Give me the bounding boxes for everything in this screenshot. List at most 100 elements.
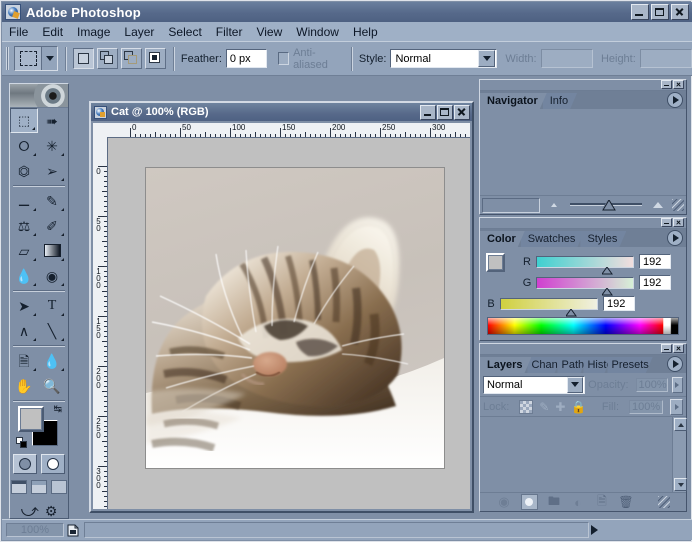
tab-presets[interactable]: Presets: [607, 357, 652, 373]
lock-all-icon[interactable]: 🔒: [571, 400, 586, 414]
menu-item-select[interactable]: Select: [161, 23, 208, 41]
style-select[interactable]: Normal: [390, 49, 497, 68]
clone-stamp-tool[interactable]: ⚖: [10, 213, 38, 238]
slice-tool[interactable]: ➢: [38, 158, 66, 183]
menu-item-file[interactable]: File: [2, 23, 35, 41]
menu-item-layer[interactable]: Layer: [117, 23, 161, 41]
add-to-selection-button[interactable]: [97, 48, 118, 69]
menu-item-view[interactable]: View: [249, 23, 289, 41]
new-layer-icon[interactable]: 🗎: [595, 495, 610, 509]
scroll-up-button[interactable]: [674, 418, 687, 431]
color-palette-title-bar[interactable]: [480, 218, 686, 229]
tab-channels[interactable]: Channels: [527, 357, 561, 373]
layers-scrollbar[interactable]: [672, 417, 686, 492]
full-screen-mode-button[interactable]: [51, 480, 67, 494]
intersect-with-selection-button[interactable]: [145, 48, 166, 69]
color-close-button[interactable]: [673, 218, 684, 227]
blue-channel-slider[interactable]: [500, 298, 598, 310]
navigator-zoom-slider[interactable]: [568, 198, 644, 212]
default-colors-icon[interactable]: [16, 437, 27, 448]
delete-layer-icon[interactable]: 🗑: [619, 495, 634, 509]
close-button[interactable]: [671, 4, 689, 20]
subtract-from-selection-button[interactable]: [121, 48, 142, 69]
notes-tool[interactable]: 🗎: [10, 348, 38, 373]
eyedropper-tool[interactable]: 💧: [38, 348, 66, 373]
lock-position-icon[interactable]: ✚: [555, 400, 565, 414]
pen-tool[interactable]: ∧: [10, 318, 38, 343]
layer-style-icon[interactable]: ◉: [497, 495, 512, 509]
status-menu-arrow-icon[interactable]: [591, 525, 598, 535]
color-spectrum-ramp[interactable]: [487, 317, 679, 335]
green-channel-slider[interactable]: [536, 277, 634, 289]
blue-channel-value[interactable]: 192: [603, 296, 635, 311]
vertical-ruler[interactable]: 05 01 0 01 5 02 0 02 5 03 0 0: [93, 137, 108, 509]
zoom-level-input[interactable]: 100%: [6, 523, 64, 537]
crop-tool[interactable]: ⏣: [10, 158, 38, 183]
menu-item-help[interactable]: Help: [346, 23, 385, 41]
tool-preset-picker[interactable]: [14, 46, 58, 71]
document-close-button[interactable]: [454, 105, 470, 120]
add-layer-mask-icon[interactable]: [521, 494, 538, 510]
menu-item-window[interactable]: Window: [289, 23, 346, 41]
standard-mode-button[interactable]: [13, 454, 37, 474]
line-tool[interactable]: ╲: [38, 318, 66, 343]
jump-to-imageready-icon[interactable]: ⤻: [21, 501, 39, 521]
tab-info[interactable]: Info: [543, 93, 577, 109]
fill-input[interactable]: 100%: [629, 400, 663, 414]
zoom-tool[interactable]: 🔍: [38, 373, 66, 398]
document-maximize-button[interactable]: [437, 105, 453, 120]
opacity-input[interactable]: 100%: [636, 378, 668, 392]
resize-grip-icon[interactable]: [658, 496, 670, 508]
tab-history[interactable]: History: [583, 357, 611, 373]
quick-mask-mode-button[interactable]: [41, 454, 65, 474]
color-minimize-button[interactable]: [661, 218, 672, 227]
image-canvas[interactable]: [145, 167, 445, 469]
eraser-tool[interactable]: ▱: [10, 238, 38, 263]
palette-menu-icon[interactable]: [667, 230, 683, 246]
chevron-down-icon[interactable]: [567, 377, 583, 393]
blend-mode-select[interactable]: Normal: [483, 376, 585, 394]
new-group-icon[interactable]: 🖿: [547, 495, 562, 509]
hand-tool[interactable]: ✋: [10, 373, 38, 398]
horizontal-ruler[interactable]: 050100150200250300: [93, 123, 470, 138]
navigator-zoom-input[interactable]: [482, 198, 540, 213]
brush-tool[interactable]: ✎: [38, 188, 66, 213]
red-channel-value[interactable]: 192: [639, 254, 671, 269]
lock-transparent-pixels-icon[interactable]: [519, 400, 533, 414]
blur-tool[interactable]: 💧: [10, 263, 38, 288]
document-minimize-button[interactable]: [420, 105, 436, 120]
path-selection-tool[interactable]: ➤: [10, 293, 38, 318]
canvas-area[interactable]: [108, 138, 470, 509]
layers-close-button[interactable]: [673, 344, 684, 353]
resize-grip-icon[interactable]: [672, 199, 684, 211]
new-adjustment-layer-icon[interactable]: ◐: [571, 495, 586, 509]
anti-aliased-checkbox[interactable]: [278, 52, 289, 65]
minimize-button[interactable]: [631, 4, 649, 20]
palette-menu-icon[interactable]: [667, 92, 683, 108]
options-bar-grip[interactable]: [6, 47, 9, 70]
chevron-down-icon[interactable]: [41, 47, 57, 70]
lock-image-pixels-icon[interactable]: ✎: [539, 400, 549, 414]
opacity-stepper[interactable]: [672, 377, 683, 393]
foreground-color-swatch[interactable]: [18, 406, 44, 432]
maximize-button[interactable]: [651, 4, 669, 20]
zoom-out-small-mountain-icon[interactable]: [543, 203, 565, 207]
magic-wand-tool[interactable]: ✳: [38, 133, 66, 158]
swap-colors-icon[interactable]: ↹: [54, 404, 62, 415]
scroll-down-button[interactable]: [674, 478, 687, 491]
feather-input[interactable]: 0 px: [226, 49, 267, 68]
healing-brush-tool[interactable]: ⚊: [10, 188, 38, 213]
layers-minimize-button[interactable]: [661, 344, 672, 353]
slider-thumb[interactable]: [602, 288, 613, 296]
slider-thumb[interactable]: [566, 309, 577, 317]
tab-styles[interactable]: Styles: [580, 231, 626, 247]
full-screen-with-menu-bar-button[interactable]: [31, 480, 47, 494]
tab-layers[interactable]: Layers: [480, 357, 531, 373]
navigator-close-button[interactable]: [673, 80, 684, 89]
zoom-in-large-mountain-icon[interactable]: [647, 202, 669, 208]
layers-palette-title-bar[interactable]: [480, 344, 686, 355]
menu-item-filter[interactable]: Filter: [209, 23, 250, 41]
lasso-tool[interactable]: ⭘: [10, 133, 38, 158]
menu-item-image[interactable]: Image: [70, 23, 117, 41]
move-tool[interactable]: ➠: [38, 108, 66, 133]
